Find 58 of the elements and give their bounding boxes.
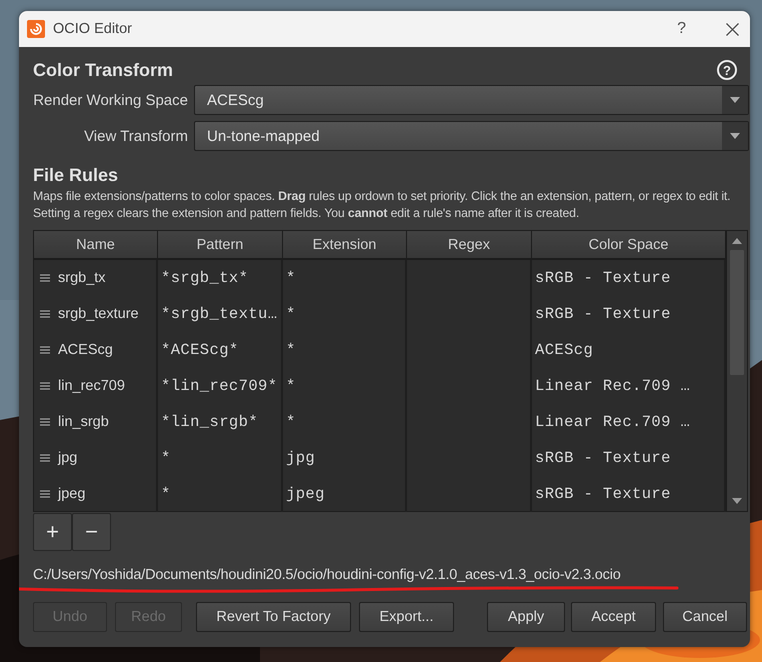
- table-cell: *: [158, 440, 283, 476]
- push-button[interactable]: Cancel: [663, 602, 747, 632]
- table-cell: srgb_tx: [58, 270, 106, 286]
- table-cell: *: [283, 404, 407, 440]
- table-cell: *lin_srgb*: [158, 404, 283, 440]
- drag-handle-icon[interactable]: [40, 346, 50, 354]
- section-heading: Color Transform: [33, 60, 174, 80]
- column-header[interactable]: Pattern: [158, 231, 283, 260]
- push-button[interactable]: Apply: [487, 602, 565, 632]
- help-button[interactable]: ?: [677, 20, 686, 38]
- table-cell: ACEScg: [58, 342, 113, 358]
- column-header[interactable]: Regex: [407, 231, 532, 260]
- help-button[interactable]: ?: [717, 60, 737, 80]
- push-button[interactable]: Accept: [571, 602, 656, 632]
- drag-handle-icon[interactable]: [40, 454, 50, 462]
- table-cell: jpeg: [283, 476, 407, 512]
- drag-handle-icon[interactable]: [40, 274, 50, 282]
- drag-handle-icon[interactable]: [40, 418, 50, 426]
- drag-handle-icon[interactable]: [40, 310, 50, 318]
- section-heading: File Rules: [33, 165, 120, 186]
- push-button[interactable]: Revert To Factory: [196, 602, 351, 632]
- field-label: Render Working Space: [33, 92, 189, 108]
- dropdown[interactable]: ACEScg: [194, 85, 749, 115]
- table-cell: lin_rec709: [58, 378, 125, 394]
- drag-handle-icon[interactable]: [40, 490, 50, 498]
- window-title: OCIO Editor: [53, 21, 133, 37]
- table-cell: *: [283, 368, 407, 404]
- caret-icon: [730, 97, 740, 103]
- column-header[interactable]: Extension: [283, 231, 407, 260]
- scroll-up-icon[interactable]: [732, 238, 742, 244]
- close-icon[interactable]: [726, 22, 739, 36]
- field-label: View Transform: [83, 128, 189, 144]
- table-cell: *: [283, 296, 407, 332]
- table-cell: lin_srgb: [58, 414, 109, 430]
- remove-button[interactable]: −: [72, 513, 111, 551]
- dropdown[interactable]: Un-tone-mapped: [194, 121, 749, 151]
- table-cell: *: [283, 332, 407, 368]
- app-logo-icon: [27, 20, 45, 38]
- drag-handle-icon[interactable]: [40, 382, 50, 390]
- table-cell: jpg: [58, 450, 78, 466]
- table-cell: *lin_rec709*: [158, 368, 283, 404]
- table-cell: *ACEScg*: [158, 332, 283, 368]
- column-header[interactable]: Name: [34, 231, 158, 260]
- table-cell: *: [283, 260, 407, 296]
- description-text: Maps file extensions/patterns to color spaces. Drag rules up ordown to set priority. Click the an extension, pattern, or regex to edit it. Setting a regex clears the extension and pattern fields. You cannot edit a rule's name after it is created.: [33, 188, 732, 222]
- table-cell: *: [158, 476, 283, 512]
- table-cell: *srgb_textu…: [158, 296, 283, 332]
- file-path: C:/Users/Yoshida/Documents/houdini20.5/ocio/houdini-config-v2.1.0_aces-v1.3_ocio-v2.3.ocio: [33, 567, 622, 583]
- table-cell: srgb_texture: [58, 306, 139, 322]
- column-header[interactable]: Color Space: [532, 231, 726, 260]
- caret-icon: [730, 133, 740, 139]
- scroll-down-icon[interactable]: [732, 498, 742, 504]
- table-cell: jpg: [283, 440, 407, 476]
- table-cell: *srgb_tx*: [158, 260, 283, 296]
- add-button[interactable]: +: [33, 513, 72, 551]
- scrollbar[interactable]: [726, 231, 747, 511]
- push-button[interactable]: Export...: [359, 602, 454, 632]
- table-cell: jpeg: [58, 486, 86, 502]
